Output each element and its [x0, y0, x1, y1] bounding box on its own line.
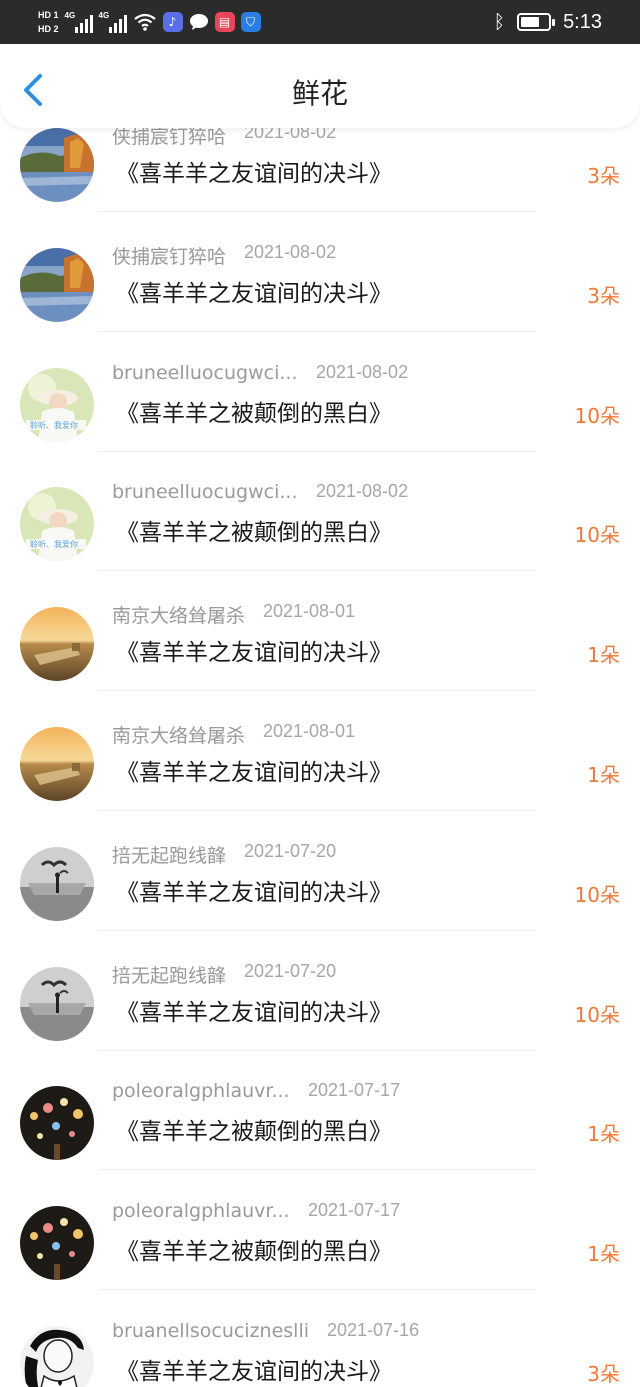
flower-count: 3朵 [587, 283, 620, 308]
video-title: 《喜羊羊之被颠倒的黑白》 [116, 400, 392, 427]
user-name: 掊无起跑线韸 [112, 964, 227, 987]
record-date: 2021-07-17 [308, 1200, 401, 1221]
sim-indicators: HD 1 HD 2 [38, 9, 59, 35]
network-label-1: 4G [64, 11, 76, 20]
battery-icon [517, 13, 556, 31]
list-item[interactable]: poleoralgphlauvr... 2021-07-17 《喜羊羊之被颠倒的黑白… [0, 1026, 640, 1171]
network-label-2: 4G [98, 11, 110, 20]
sim1-label: HD 1 [38, 10, 59, 20]
record-date: 2021-08-01 [263, 720, 356, 741]
video-title: 《喜羊羊之友谊间的决斗》 [116, 879, 392, 906]
book-app-icon: ▤ [214, 12, 235, 32]
record-date: 2021-08-02 [244, 241, 337, 262]
user-name: 侠捕宸钉猝哈 [112, 245, 227, 268]
video-title: 《喜羊羊之友谊间的决斗》 [116, 1358, 392, 1385]
video-title: 《喜羊羊之被颠倒的黑白》 [116, 1119, 392, 1146]
sim2-label: HD 2 [38, 24, 59, 34]
record-date: 2021-07-20 [244, 960, 337, 981]
status-left: HD 1 HD 2 4G 4G ♪ ▤ ⛉ [38, 4, 261, 40]
flower-count: 1朵 [587, 1242, 620, 1267]
list-item[interactable]: 聆听、我爱你 bruneelluocugwci... 2021-08-02 《喜羊羊之… [0, 427, 640, 572]
user-name: bruneelluocugwci... [112, 361, 298, 384]
flower-count: 3朵 [587, 164, 620, 188]
list-item[interactable]: 南京大络耸屠杀 2021-08-01 《喜羊羊之友谊间的决斗》 1朵 [0, 667, 640, 811]
chat-icon [189, 14, 208, 30]
record-date: 2021-07-17 [308, 1080, 401, 1101]
user-name: bruneelluocugwci... [112, 481, 298, 504]
user-name: poleoralgphlauvr... [112, 1200, 290, 1223]
status-bar: HD 1 HD 2 4G 4G ♪ ▤ ⛉ ᛒ 5:13 [0, 0, 640, 44]
user-name: 南京大络耸屠杀 [112, 724, 246, 747]
user-name: 掊无起跑线韸 [112, 844, 227, 867]
navigation-bar: 鲜花 [0, 44, 640, 128]
flower-count: 10朵 [574, 403, 620, 428]
record-date: 2021-08-02 [316, 481, 409, 502]
user-name: bruanellsocucizneslli [112, 1319, 310, 1342]
flower-count: 1朵 [587, 1122, 620, 1147]
video-title: 《喜羊羊之友谊间的决斗》 [116, 161, 392, 187]
avatar[interactable] [20, 1325, 94, 1387]
flower-count: 10朵 [574, 882, 620, 907]
user-name: poleoralgphlauvr... [112, 1080, 290, 1103]
list-item[interactable]: bruanellsocucizneslli 2021-07-16 《喜羊羊之友谊间的… [0, 1266, 640, 1387]
flower-count: 10朵 [574, 1002, 620, 1027]
music-app-icon: ♪ [162, 12, 183, 32]
flower-record-list[interactable]: 侠捕宸钉猝哈 2021-08-02 《喜羊羊之友谊间的决斗》 3朵 侠捕宸钉猝哈 2021… [0, 68, 640, 1387]
video-title: 《喜羊羊之被颠倒的黑白》 [116, 1239, 392, 1266]
wifi-icon [133, 13, 156, 31]
record-date: 2021-08-01 [263, 601, 356, 622]
list-item[interactable]: 南京大络耸屠杀 2021-08-01 《喜羊羊之友谊间的决斗》 1朵 [0, 547, 640, 692]
video-title: 《喜羊羊之友谊间的决斗》 [116, 280, 392, 307]
shield-app-icon: ⛉ [240, 12, 261, 32]
flower-count: 1朵 [587, 762, 620, 787]
video-title: 《喜羊羊之友谊间的决斗》 [116, 640, 392, 667]
list-item[interactable]: 聆听、我爱你 bruneelluocugwci... 2021-08-02 《喜羊羊之… [0, 308, 640, 452]
list-item[interactable]: 掊无起跑线韸 2021-07-20 《喜羊羊之友谊间的决斗》 10朵 [0, 907, 640, 1051]
record-date: 2021-08-02 [316, 361, 409, 382]
video-title: 《喜羊羊之被颠倒的黑白》 [116, 520, 392, 547]
user-name: 南京大络耸屠杀 [112, 605, 246, 628]
flower-count: 10朵 [574, 523, 620, 548]
signal-icon-2: 4G [99, 11, 127, 33]
flower-count: 3朵 [587, 1361, 620, 1386]
bluetooth-icon: ᛒ [493, 11, 506, 33]
list-item[interactable]: 侠捕宸钉猝哈 2021-08-02 《喜羊羊之友谊间的决斗》 3朵 [0, 188, 640, 332]
list-item[interactable]: 掊无起跑线韸 2021-07-20 《喜羊羊之友谊间的决斗》 10朵 [0, 787, 640, 931]
status-right: ᛒ 5:13 [494, 0, 602, 44]
signal-icon: 4G [65, 11, 93, 33]
flower-count: 1朵 [587, 643, 620, 668]
record-date: 2021-07-16 [327, 1319, 420, 1340]
video-title: 《喜羊羊之友谊间的决斗》 [116, 999, 392, 1026]
page-title: 鲜花 [291, 77, 348, 110]
record-date: 2021-07-20 [244, 840, 337, 861]
list-item[interactable]: poleoralgphlauvr... 2021-07-17 《喜羊羊之被颠倒的黑白… [0, 1146, 640, 1291]
clock: 5:13 [563, 10, 602, 33]
video-title: 《喜羊羊之友谊间的决斗》 [116, 759, 392, 786]
